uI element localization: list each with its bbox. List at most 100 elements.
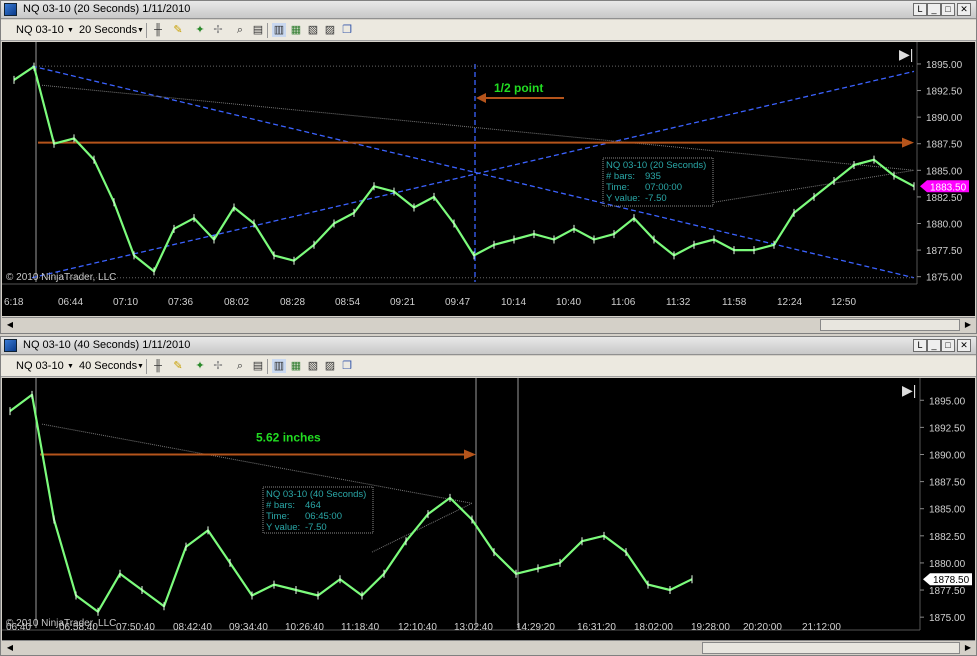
title-bar[interactable]: NQ 03-10 (40 Seconds) 1/11/2010 L _ □ ✕: [1, 337, 976, 355]
properties-icon[interactable]: ▤: [251, 23, 265, 37]
print-icon[interactable]: ▨: [323, 359, 337, 373]
chart-window-40s: NQ 03-10 (40 Seconds) 1/11/2010 L _ □ ✕ …: [0, 336, 977, 656]
chart-svg[interactable]: 1895.00 1892.50 1890.00 1887.50 1885.00 1882.…: [2, 42, 975, 316]
y-tick-label: 1877.50: [926, 246, 963, 257]
draw-tools-icon[interactable]: ✦: [193, 359, 207, 373]
zoom-icon[interactable]: ⌕: [233, 23, 247, 37]
scroll-thumb[interactable]: [702, 642, 960, 654]
zoom-icon[interactable]: ⌕: [233, 359, 247, 373]
print-icon[interactable]: ▨: [323, 23, 337, 37]
copy-icon[interactable]: ❐: [340, 359, 354, 373]
bar-type-icon[interactable]: ╫: [151, 23, 165, 37]
x-tick-label: 19:28:00: [691, 622, 730, 633]
indicators-icon[interactable]: ▦: [289, 359, 303, 373]
scroll-right-icon[interactable]: ▶: [962, 319, 974, 331]
chart-toolbar: NQ 03-10 ▼ 40 Seconds ▼ ╫ ✎ ✦ ✢ ⌕ ▤ ▥ ▦ …: [1, 356, 976, 377]
period-selector[interactable]: 20 Seconds: [79, 23, 137, 38]
y-tick-label: 1882.50: [926, 193, 963, 204]
indicators-icon[interactable]: ▦: [289, 23, 303, 37]
x-tick-label: 12:24: [777, 297, 802, 308]
info-y-value: -7.50: [305, 522, 327, 533]
price-series: [13, 65, 915, 273]
pencil-icon[interactable]: ✎: [171, 23, 185, 37]
horizontal-scrollbar[interactable]: ◀ ▶: [2, 317, 975, 332]
toolbar-separator: [267, 359, 268, 374]
instrument-dropdown-icon[interactable]: ▼: [67, 23, 74, 38]
strategies-icon[interactable]: ▧: [306, 359, 320, 373]
link-button[interactable]: L: [913, 339, 927, 352]
instrument-dropdown-icon[interactable]: ▼: [67, 359, 74, 374]
y-tick-label: 1875.00: [926, 273, 963, 284]
minimize-button[interactable]: _: [927, 339, 941, 352]
y-tick-label: 1892.50: [929, 423, 966, 434]
scroll-left-icon[interactable]: ◀: [4, 642, 16, 654]
current-price-label: 1883.50: [930, 182, 967, 193]
scroll-right-icon[interactable]: ▶: [962, 642, 974, 654]
bar-type-icon[interactable]: ╫: [151, 359, 165, 373]
y-tick-label: 1885.00: [929, 505, 966, 516]
instrument-selector[interactable]: NQ 03-10: [16, 359, 64, 374]
y-tick-label: 1892.50: [926, 87, 963, 98]
x-tick-label: 07:36: [168, 297, 193, 308]
draw-tools-icon[interactable]: ✦: [193, 23, 207, 37]
ruler-line: [371, 502, 473, 553]
x-tick-label: 21:12:00: [802, 622, 841, 633]
close-button[interactable]: ✕: [957, 339, 971, 352]
price-chart-20s[interactable]: 1895.00 1892.50 1890.00 1887.50 1885.00 1882.…: [2, 42, 975, 316]
title-bar[interactable]: NQ 03-10 (20 Seconds) 1/11/2010 L _ □ ✕: [1, 1, 976, 19]
data-box-icon[interactable]: ▥: [272, 359, 286, 373]
copyright-text: © 2010 NinjaTrader, LLC: [6, 618, 116, 629]
copy-icon[interactable]: ❐: [340, 23, 354, 37]
crosshair-icon[interactable]: ✢: [211, 359, 225, 373]
info-title: NQ 03-10 (40 Seconds): [266, 489, 366, 500]
x-tick-label: 10:26:40: [285, 622, 324, 633]
trend-line-up: [31, 70, 915, 279]
period-dropdown-icon[interactable]: ▼: [137, 23, 144, 38]
toolbar-separator: [146, 359, 147, 374]
y-tick-label: 1877.50: [929, 586, 966, 597]
pencil-icon[interactable]: ✎: [171, 359, 185, 373]
x-tick-label: 08:28: [280, 297, 305, 308]
info-y-label: Y value:: [266, 522, 300, 533]
arrow-head: [464, 449, 476, 460]
info-y-value: -7.50: [645, 193, 667, 204]
info-bars-value: 464: [305, 500, 321, 511]
link-button[interactable]: L: [913, 3, 927, 16]
chart-svg[interactable]: 1895.00 1892.50 1890.00 1887.50 1885.00 1882.…: [2, 378, 975, 640]
x-tick-label: 11:06: [611, 297, 636, 308]
y-tick-label: 1875.00: [929, 613, 966, 624]
data-box-icon[interactable]: ▥: [272, 23, 286, 37]
scroll-thumb[interactable]: [820, 319, 960, 331]
price-chart-40s[interactable]: 1895.00 1892.50 1890.00 1887.50 1885.00 1882.…: [2, 378, 975, 640]
minimize-button[interactable]: _: [927, 3, 941, 16]
y-tick-label: 1880.00: [929, 559, 966, 570]
y-tick-label: 1882.50: [929, 532, 966, 543]
x-tick-label: 12:50: [831, 297, 856, 308]
go-to-end-icon[interactable]: ▶|: [902, 382, 916, 398]
maximize-button[interactable]: □: [941, 3, 955, 16]
y-tick-label: 1880.00: [926, 220, 963, 231]
info-time-value: 06:45:00: [305, 511, 342, 522]
period-selector[interactable]: 40 Seconds: [79, 359, 137, 374]
x-tick-label: 13:02:40: [454, 622, 493, 633]
toolbar-separator: [146, 23, 147, 38]
arrow-head: [902, 137, 914, 148]
app-icon: [4, 3, 17, 16]
y-tick-label: 1895.00: [926, 60, 963, 71]
scroll-left-icon[interactable]: ◀: [4, 319, 16, 331]
annotation-arrow-head: [476, 93, 486, 103]
x-tick-label: 11:18:40: [341, 622, 380, 633]
go-to-end-icon[interactable]: ▶|: [899, 46, 913, 62]
properties-icon[interactable]: ▤: [251, 359, 265, 373]
period-dropdown-icon[interactable]: ▼: [137, 359, 144, 374]
x-tick-label: 12:10:40: [398, 622, 437, 633]
strategies-icon[interactable]: ▧: [306, 23, 320, 37]
x-tick-label: 6:18: [4, 297, 24, 308]
y-tick-label: 1895.00: [929, 396, 966, 407]
current-price-label: 1878.50: [933, 575, 970, 586]
horizontal-scrollbar[interactable]: ◀ ▶: [2, 640, 975, 655]
instrument-selector[interactable]: NQ 03-10: [16, 23, 64, 38]
maximize-button[interactable]: □: [941, 339, 955, 352]
crosshair-icon[interactable]: ✢: [211, 23, 225, 37]
close-button[interactable]: ✕: [957, 3, 971, 16]
